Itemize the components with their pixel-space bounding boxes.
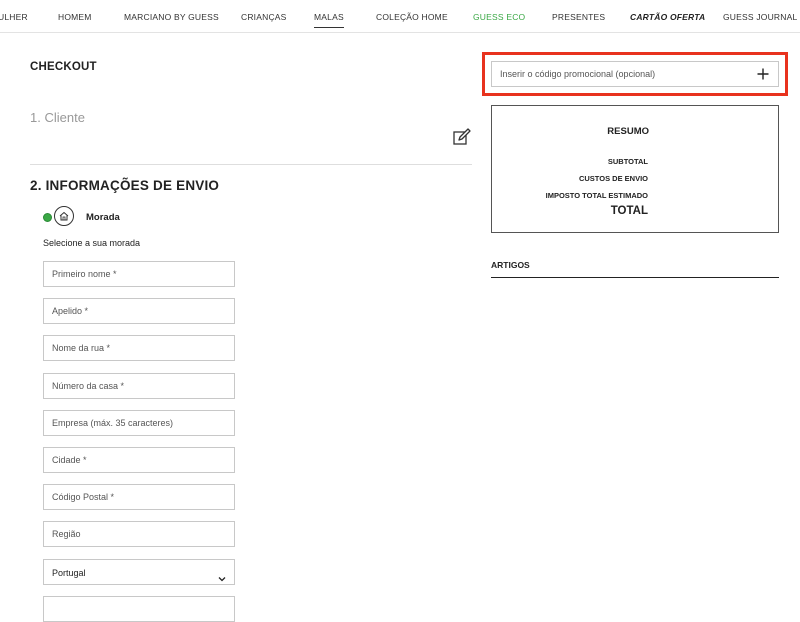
- street-input[interactable]: [44, 336, 234, 360]
- order-summary: RESUMO SUBTOTAL CUSTOS DE ENVIO IMPOSTO …: [491, 105, 779, 233]
- summary-title: RESUMO: [607, 126, 649, 137]
- nav-item-presentes[interactable]: PRESENTES: [552, 12, 605, 22]
- promo-highlight-box: [482, 52, 788, 96]
- address-radio[interactable]: [43, 213, 52, 222]
- company-field[interactable]: [43, 410, 235, 436]
- edit-icon[interactable]: [452, 127, 472, 147]
- articles-divider: [491, 277, 779, 278]
- page-title: CHECKOUT: [30, 61, 97, 73]
- last-name-field[interactable]: [43, 298, 235, 324]
- company-input[interactable]: [44, 411, 234, 435]
- nav-item-marciano[interactable]: MARCIANO BY GUESS: [124, 12, 219, 22]
- nav-item-guess-eco[interactable]: GUESS ECO: [473, 12, 525, 22]
- postal-code-field[interactable]: [43, 484, 235, 510]
- city-input[interactable]: [44, 448, 234, 472]
- nav-item-mulher[interactable]: ULHER: [0, 12, 28, 22]
- nav-item-homem[interactable]: HOMEM: [58, 12, 92, 22]
- country-value: Portugal: [52, 568, 86, 578]
- summary-tax-label: IMPOSTO TOTAL ESTIMADO: [545, 191, 648, 200]
- nav-item-colecao-home[interactable]: COLEÇÃO HOME: [376, 12, 448, 22]
- region-input[interactable]: [44, 522, 234, 546]
- section-divider: [30, 164, 472, 165]
- last-name-input[interactable]: [44, 299, 234, 323]
- city-field[interactable]: [43, 447, 235, 473]
- top-nav: ULHER HOMEM MARCIANO BY GUESS CRIANÇAS M…: [0, 0, 800, 33]
- first-name-input[interactable]: [44, 262, 234, 286]
- postal-code-input[interactable]: [44, 485, 234, 509]
- articles-heading: ARTIGOS: [491, 260, 530, 270]
- nav-item-malas[interactable]: MALAS: [314, 12, 344, 28]
- home-icon: [54, 206, 74, 226]
- section-cliente-heading: 1. Cliente: [30, 110, 85, 125]
- address-option-label[interactable]: Morada: [86, 212, 120, 223]
- country-select[interactable]: Portugal: [43, 559, 235, 585]
- street-field[interactable]: [43, 335, 235, 361]
- summary-subtotal-label: SUBTOTAL: [607, 157, 648, 166]
- first-name-field[interactable]: [43, 261, 235, 287]
- nav-item-criancas[interactable]: CRIANÇAS: [241, 12, 287, 22]
- section-shipping-heading: 2. INFORMAÇÕES DE ENVIO: [30, 178, 220, 193]
- summary-shipping-label: CUSTOS DE ENVIO: [578, 174, 648, 183]
- region-field[interactable]: [43, 521, 235, 547]
- nav-item-guess-journal[interactable]: GUESS JOURNAL: [723, 12, 797, 22]
- house-number-field[interactable]: [43, 373, 235, 399]
- chevron-down-icon: [218, 569, 226, 587]
- house-number-input[interactable]: [44, 374, 234, 398]
- nav-item-cartao-oferta[interactable]: CARTÃO OFERTA: [630, 12, 705, 22]
- select-address-label: Selecione a sua morada: [43, 238, 141, 248]
- summary-total-label: TOTAL: [610, 205, 648, 217]
